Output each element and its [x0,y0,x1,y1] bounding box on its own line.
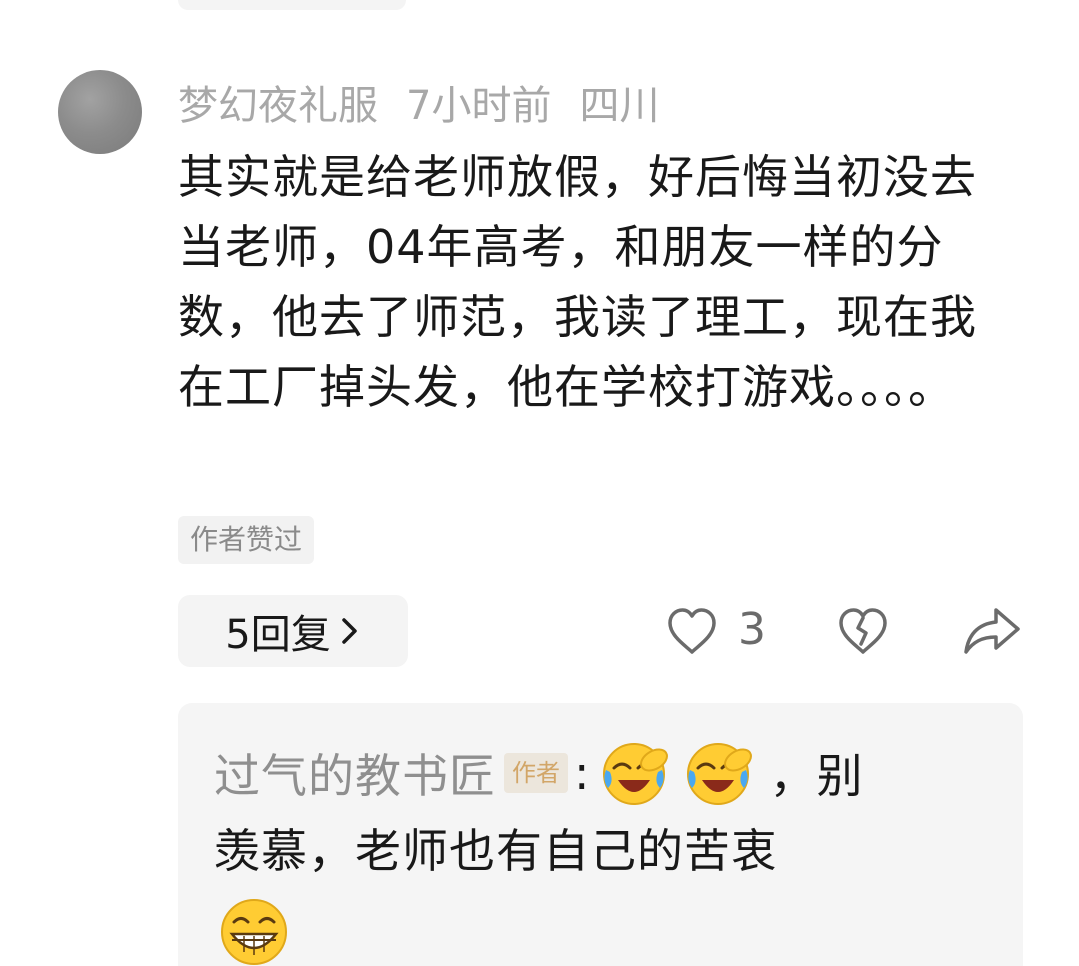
view-replies-button[interactable]: 5回复 [178,595,408,667]
comment-page: 梦幻夜礼服 7小时前 四川 其实就是给老师放假，好后悔当初没去当老师，04年高考… [0,0,1079,966]
comment-username[interactable]: 梦幻夜礼服 [178,73,378,131]
reply-text-line1: ，别 [769,749,864,803]
comment-location: 四川 [579,83,660,129]
author-badge: 作者 [504,753,568,793]
comment-text: 其实就是给老师放假，好后悔当初没去当老师，04年高考，和朋友一样的分数，他去了师… [178,150,977,414]
comment-meta: 梦幻夜礼服 7小时前 四川 [178,74,687,130]
avatar[interactable] [58,70,142,154]
share-arrow-icon[interactable] [962,604,1022,658]
reply-colon: : [574,746,590,800]
reply-first-line: 过气的教书匠 作者 : ，别 [214,738,864,808]
grinning-face-emoji [221,899,287,965]
like-count: 3 [738,604,766,655]
replies-count-label: 5回复 [225,612,331,658]
face-with-tears-of-joy-emoji [602,743,668,805]
broken-heart-icon[interactable] [836,606,890,656]
heart-outline-icon[interactable] [666,606,718,656]
reply-text-line2: 羡慕，老师也有自己的苦衷 [214,824,778,878]
previous-item-edge [178,0,406,10]
reply-username[interactable]: 过气的教书匠 [214,740,496,806]
face-with-tears-of-joy-emoji [686,743,752,805]
chevron-right-icon [341,618,357,644]
comment-time: 7小时前 [406,83,552,129]
author-liked-badge: 作者赞过 [178,516,315,564]
